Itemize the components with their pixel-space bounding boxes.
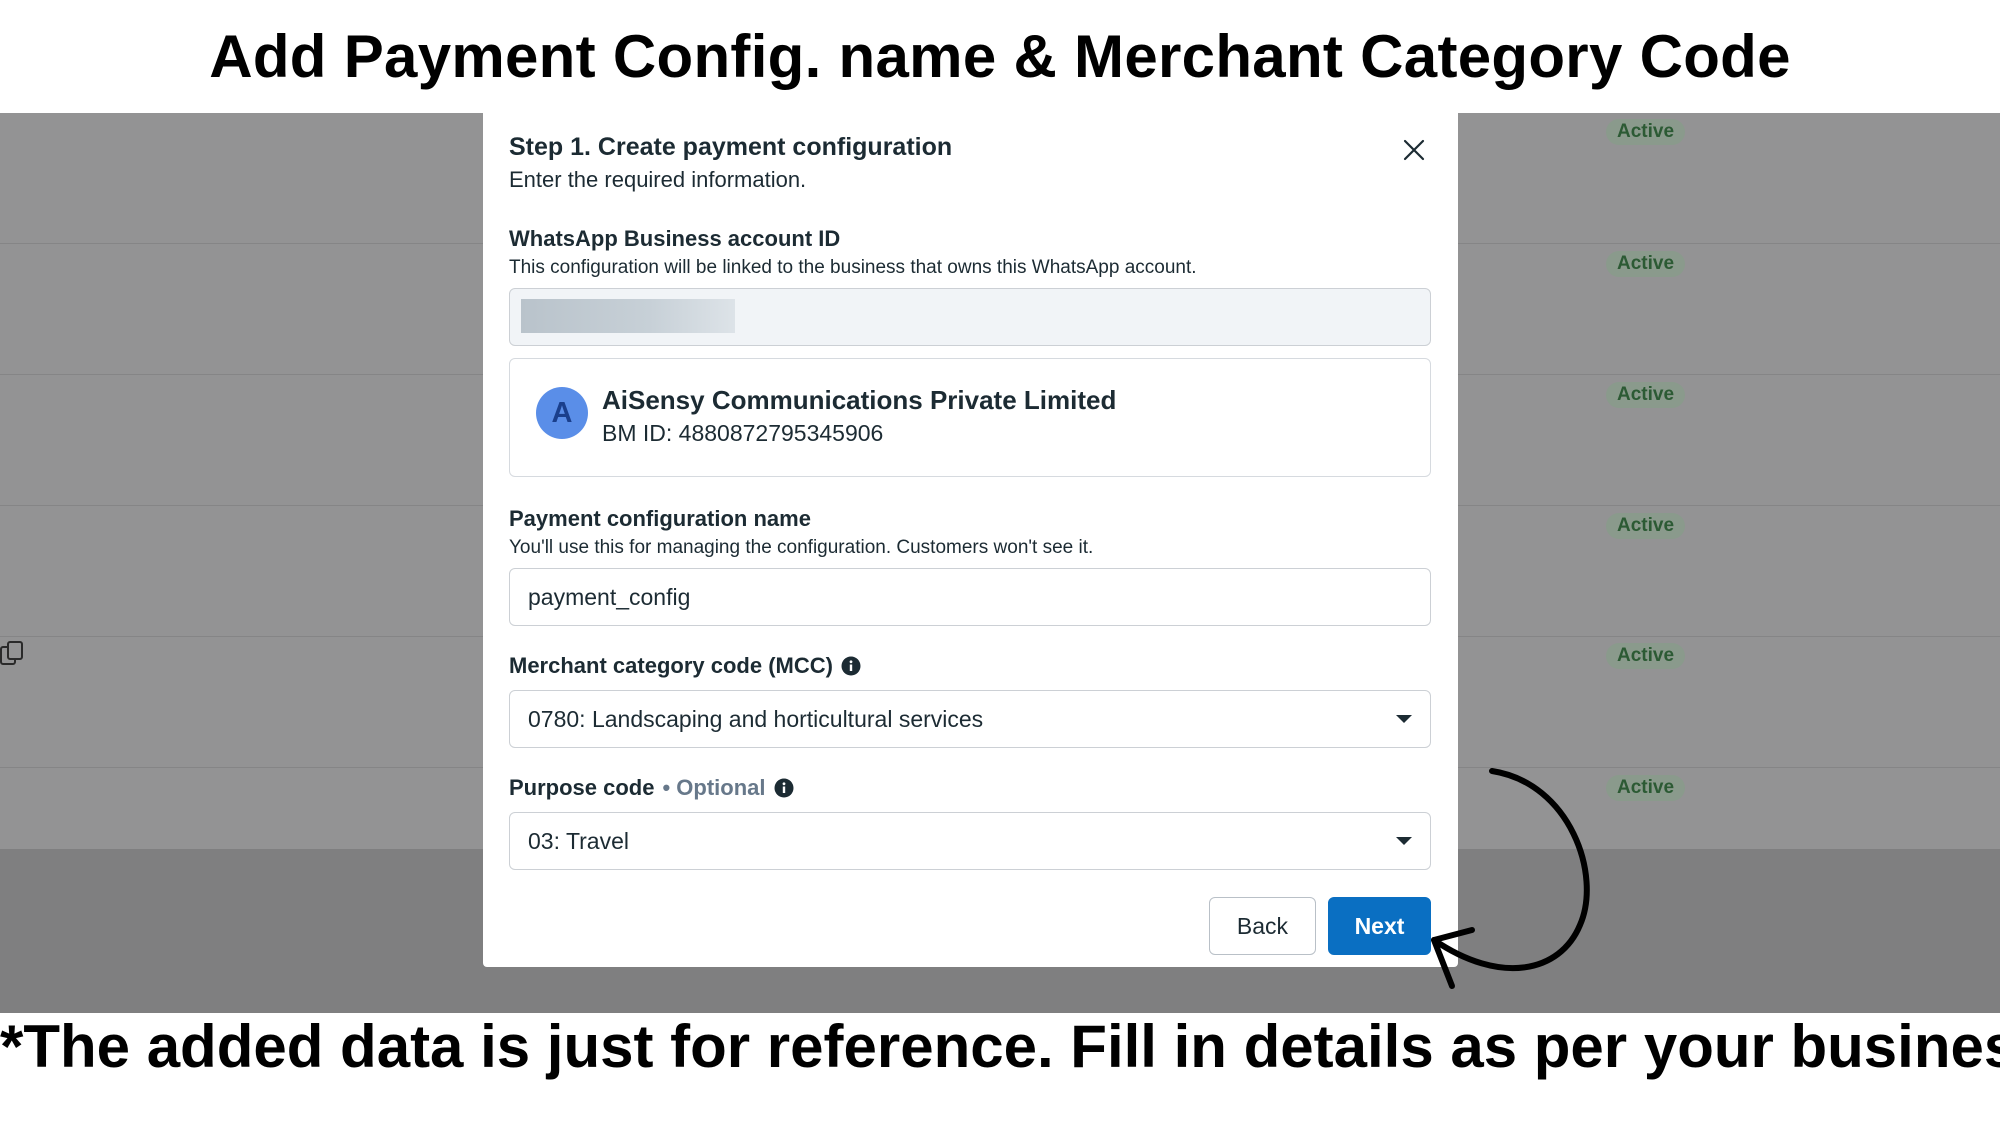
business-manager-id: BM ID: 4880872795345906	[602, 420, 884, 446]
slide-headline: Add Payment Config. name & Merchant Cate…	[209, 23, 1791, 90]
info-icon[interactable]	[841, 656, 861, 676]
waba-id-label-text: WhatsApp Business account ID	[509, 226, 841, 251]
payment-config-modal: Step 1. Create payment configuration Ent…	[483, 113, 1458, 967]
status-badge: Active	[1606, 382, 1686, 408]
copy-icon	[0, 641, 23, 665]
purpose-code-selected-value: 03: Travel	[528, 827, 629, 854]
config-name-help: You'll use this for managing the configu…	[509, 537, 1094, 558]
mcc-label-text: Merchant category code (MCC)	[509, 653, 833, 678]
status-badge: Active	[1606, 643, 1686, 669]
config-name-value: payment_config	[528, 583, 691, 610]
avatar: A	[536, 387, 588, 439]
optional-tag: • Optional	[662, 775, 766, 800]
purpose-code-select[interactable]: 03: Travel	[509, 812, 1431, 870]
mcc-select[interactable]: 0780: Landscaping and horticultural serv…	[509, 690, 1431, 748]
waba-id-help: This configuration will be linked to the…	[509, 257, 1197, 278]
close-button[interactable]	[1397, 133, 1431, 167]
tutorial-slide: Add Payment Config. name & Merchant Cate…	[0, 0, 2000, 1125]
back-button[interactable]: Back	[1209, 897, 1316, 955]
modal-subtitle: Enter the required information.	[509, 167, 807, 192]
modal-title: Step 1. Create payment configuration	[509, 133, 953, 161]
next-button[interactable]: Next	[1328, 897, 1431, 955]
status-badge: Active	[1606, 775, 1686, 801]
business-card: A AiSensy Communications Private Limited…	[509, 358, 1431, 477]
business-name: AiSensy Communications Private Limited	[602, 385, 1117, 415]
redacted-value	[521, 299, 735, 333]
purpose-code-label-text: Purpose code	[509, 775, 655, 800]
status-badge: Active	[1606, 251, 1686, 277]
close-icon	[1403, 139, 1425, 161]
chevron-down-icon	[1396, 837, 1412, 845]
waba-id-field	[509, 288, 1431, 346]
config-name-label-text: Payment configuration name	[509, 506, 811, 531]
waba-id-label: WhatsApp Business account ID	[509, 226, 840, 252]
config-name-input[interactable]: payment_config	[509, 568, 1431, 626]
status-badge: Active	[1606, 119, 1686, 145]
chevron-down-icon	[1396, 715, 1412, 723]
mcc-selected-value: 0780: Landscaping and horticultural serv…	[528, 705, 984, 732]
purpose-code-label: Purpose code • Optional	[509, 775, 794, 801]
config-name-label: Payment configuration name	[509, 506, 811, 532]
info-icon[interactable]	[774, 778, 794, 798]
curved-arrow-icon	[1431, 768, 1590, 989]
status-badge: Active	[1606, 513, 1686, 539]
slide-footnote: *The added data is just for reference. F…	[0, 1013, 2000, 1080]
mcc-label: Merchant category code (MCC)	[509, 653, 861, 679]
